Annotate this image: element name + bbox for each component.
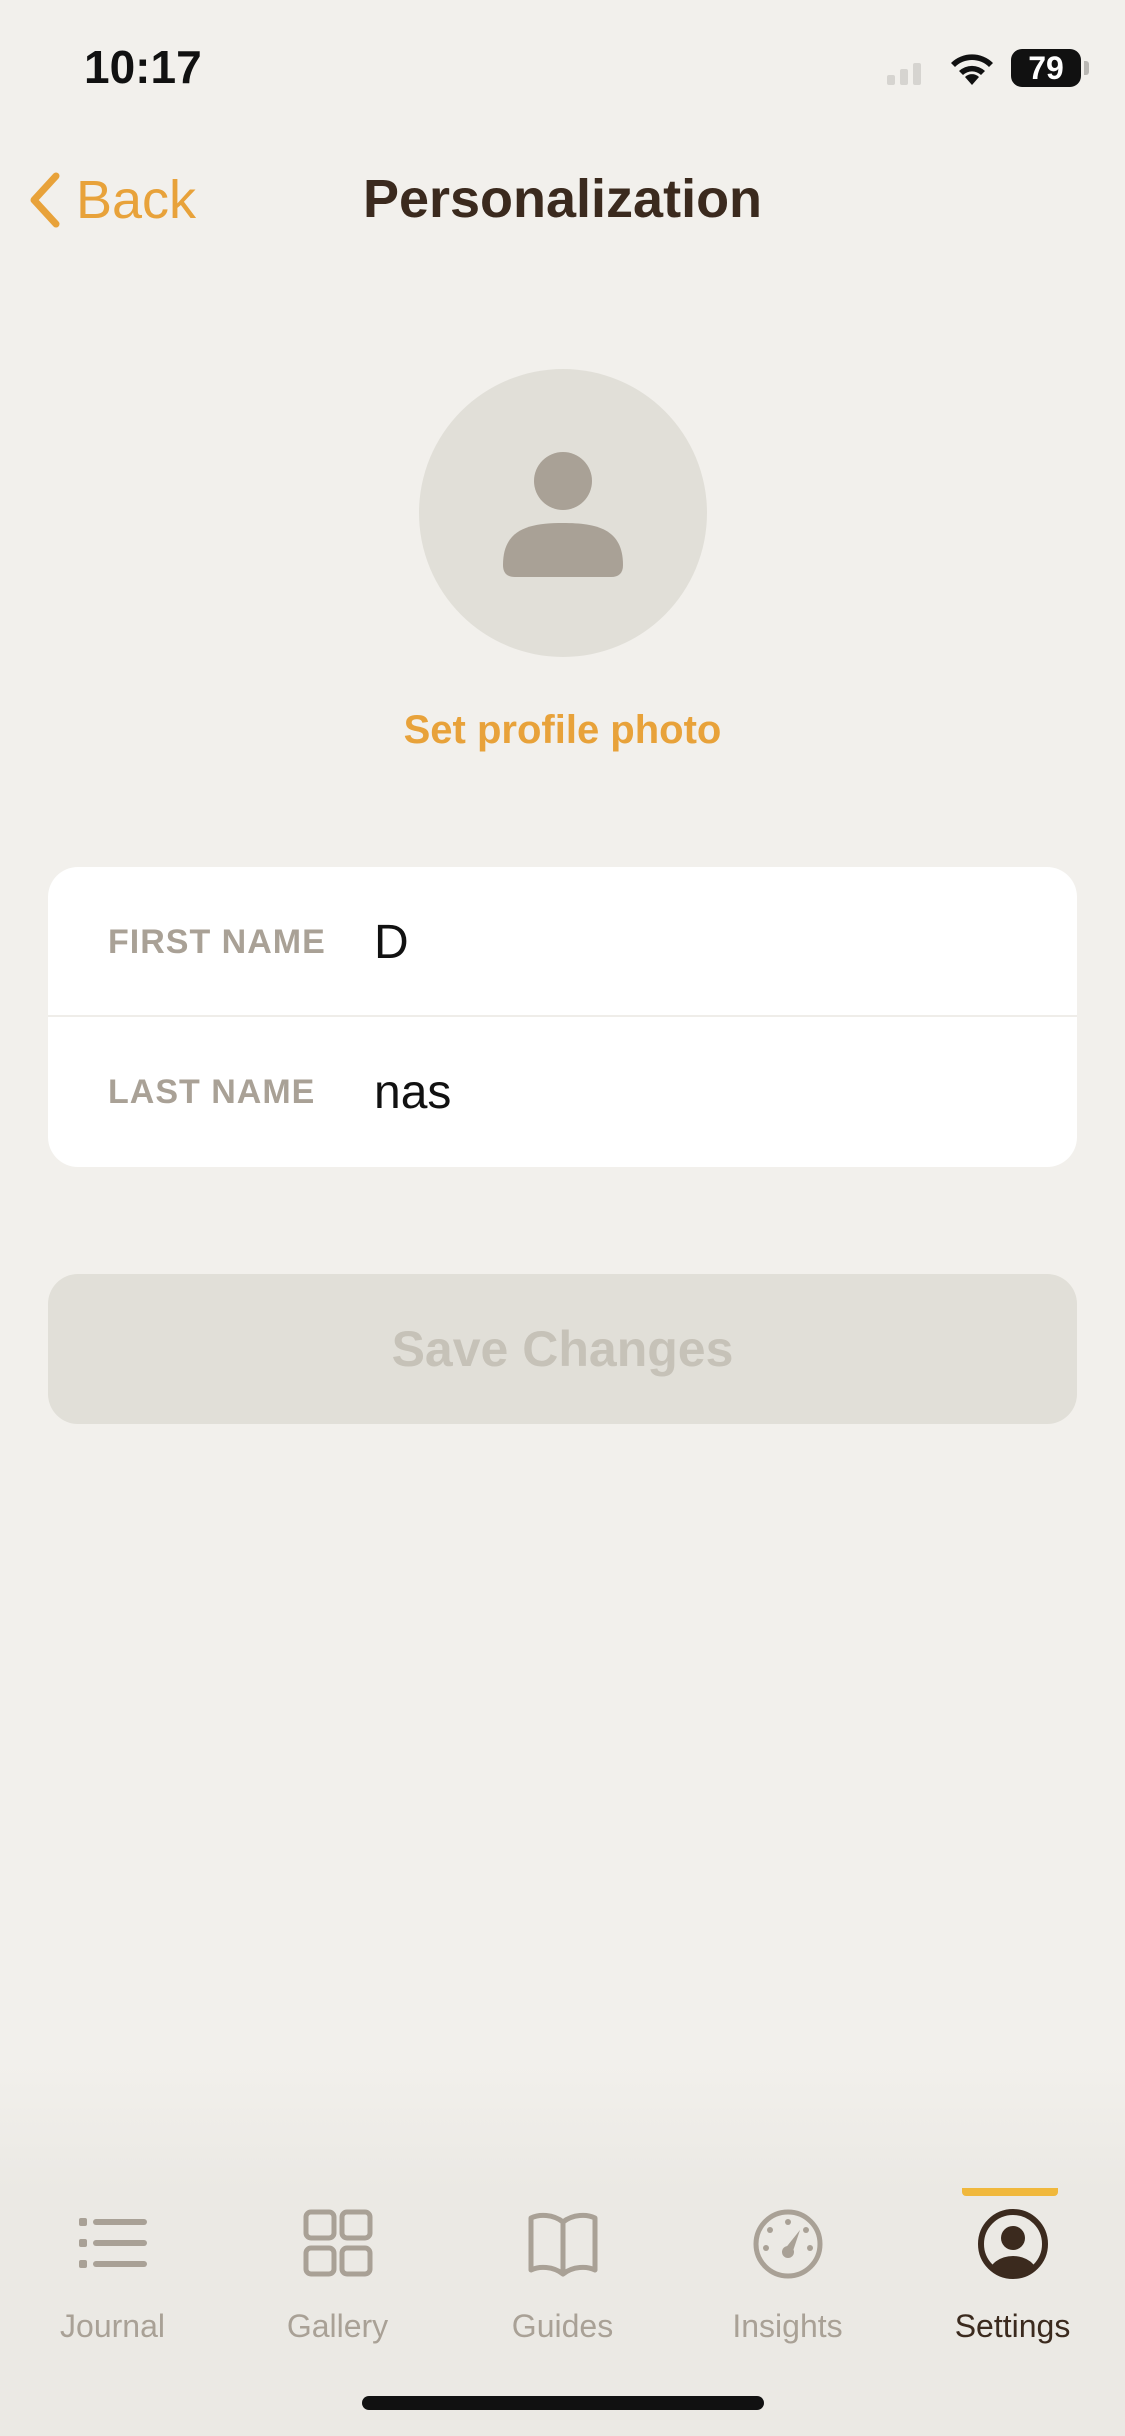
tab-label: Settings <box>954 2308 1071 2344</box>
tab-guides[interactable]: Guides <box>450 2208 675 2358</box>
home-indicator <box>362 2396 764 2410</box>
tab-label: Journal <box>60 2308 165 2344</box>
back-button[interactable]: Back <box>24 164 196 236</box>
tab-insights[interactable]: Insights <box>675 2208 900 2358</box>
tab-gallery[interactable]: Gallery <box>225 2208 450 2358</box>
set-profile-photo-button[interactable]: Set profile photo <box>0 708 1125 753</box>
last-name-field[interactable] <box>374 1055 1034 1129</box>
battery-icon: 79 <box>1011 49 1089 87</box>
tab-label: Guides <box>511 2308 614 2344</box>
avatar[interactable] <box>419 369 707 657</box>
profile-icon <box>978 2209 1048 2279</box>
save-changes-button[interactable]: Save Changes <box>48 1274 1077 1424</box>
first-name-row: FIRST NAME <box>48 867 1077 1017</box>
navigation-bar: Personalization Back <box>0 150 1125 250</box>
last-name-row: LAST NAME <box>48 1017 1077 1167</box>
battery-level: 79 <box>1028 49 1064 86</box>
name-form-card: FIRST NAME LAST NAME <box>48 867 1077 1167</box>
person-icon <box>503 452 623 577</box>
bottom-fade <box>0 2060 1125 2190</box>
tab-journal[interactable]: Journal <box>0 2208 225 2358</box>
last-name-label: LAST NAME <box>108 1073 316 1111</box>
first-name-label: FIRST NAME <box>108 923 326 961</box>
list-icon <box>79 2218 147 2268</box>
status-time: 10:17 <box>84 41 202 93</box>
back-label: Back <box>76 170 197 230</box>
active-tab-indicator <box>962 2188 1058 2196</box>
book-icon <box>528 2212 598 2277</box>
gauge-icon <box>753 2209 823 2279</box>
wifi-icon <box>951 54 993 85</box>
grid-icon <box>303 2209 373 2277</box>
tab-label: Insights <box>732 2308 843 2344</box>
tab-settings[interactable]: Settings <box>900 2208 1125 2358</box>
tab-label: Gallery <box>286 2308 389 2344</box>
status-bar: 10:17 79 <box>0 0 1125 140</box>
status-indicators: 79 <box>887 48 1089 88</box>
cellular-signal-icon <box>887 51 933 85</box>
chevron-left-icon <box>30 172 60 228</box>
first-name-field[interactable] <box>374 905 1034 979</box>
